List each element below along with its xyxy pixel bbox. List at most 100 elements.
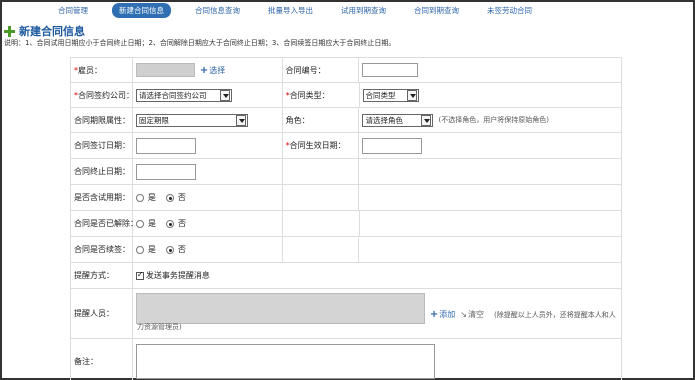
tab-new-contract[interactable]: 新建合同信息 [112, 2, 171, 18]
empty-cell [283, 185, 360, 210]
tab-contract-query[interactable]: 合同信息查询 [191, 3, 244, 18]
select-link-label: 选择 [209, 65, 226, 75]
form-row-reminder-method: 提醒方式： 发送事务提醒消息 [71, 263, 622, 289]
probation-label: 是否含试用期： [74, 193, 130, 202]
page-title-wrap: 新建合同信息 [4, 23, 85, 39]
clear-reminder-link[interactable]: ↘ 清空 [460, 309, 484, 320]
form-row-employee: * 雇员： + 选择 合同编号： [71, 58, 622, 83]
tab-unsigned-contracts[interactable]: 未签劳动合同 [483, 3, 536, 18]
tab-probation-expiry[interactable]: 试用到期查询 [337, 3, 390, 18]
remark-label: 备注： [74, 357, 98, 366]
contract-no-label-cell: 合同编号： [283, 58, 360, 82]
chevron-down-icon [421, 114, 432, 126]
role-select[interactable]: 请选择角色 [362, 113, 434, 127]
form-row-renewed: 合同是否续签： 是 否 [71, 237, 622, 263]
company-select[interactable]: 请选择合同签约公司 [136, 88, 232, 102]
form-row-remark: 备注： [71, 339, 622, 380]
empty-cell [283, 159, 360, 184]
empty-cell [283, 211, 360, 236]
form-row-probation: 是否含试用期： 是 否 [71, 185, 622, 211]
tab-contract-management[interactable]: 合同管理 [54, 3, 92, 18]
remark-textarea[interactable] [135, 344, 435, 379]
yes-label: 是 [147, 245, 156, 254]
empty-cell [359, 237, 622, 262]
contract-type-label: 合同类型： [289, 90, 330, 100]
remark-cell [133, 339, 622, 380]
instructions-note: 说明：1、合同试用日期应小于合同终止日期；2、合同解除日期应大于合同终止日期；3… [4, 39, 396, 47]
empty-cell [283, 237, 360, 262]
reminder-actions: + 添加 ↘ 清空 (除提醒以上人员外，还将提醒本人和人 [425, 309, 616, 320]
plus-icon [4, 25, 15, 37]
term-label-cell: 合同期限属性： [71, 108, 133, 132]
renewed-radio-cell: 是 否 [133, 237, 283, 262]
reminder-hint: (除提醒以上人员外，还将提醒本人和人 [493, 310, 616, 319]
effective-date-label-cell: * 合同生效日期： [283, 133, 360, 158]
reminder-people-cell: + 添加 ↘ 清空 (除提醒以上人员外，还将提醒本人和人 [133, 289, 622, 338]
terminated-label: 合同是否已解除： [74, 219, 138, 228]
sign-date-label-cell: 合同签订日期： [71, 133, 133, 158]
yes-label: 是 [147, 193, 156, 202]
employee-label-cell: * 雇员： [71, 58, 133, 82]
reminder-people-label: 提醒人员： [74, 309, 114, 318]
chevron-down-icon [220, 89, 230, 101]
contract-type-select[interactable]: 合同类型 [362, 88, 419, 102]
terminated-no-radio[interactable] [166, 219, 174, 228]
company-select-cell: 请选择合同签约公司 [133, 83, 283, 107]
form-row-company: * 合同签约公司： 请选择合同签约公司 * 合同类型： 合同类型 [71, 83, 622, 108]
add-reminder-link[interactable]: + 添加 [430, 309, 455, 320]
select-employee-link[interactable]: + 选择 [200, 65, 225, 76]
reminder-method-label-cell: 提醒方式： [71, 263, 133, 288]
end-date-field[interactable] [135, 163, 196, 180]
clear-icon: ↘ [460, 310, 467, 319]
chevron-down-icon [406, 89, 417, 101]
contract-type-value: 合同类型 [365, 90, 396, 100]
employee-value-cell: + 选择 [133, 58, 283, 82]
role-label: 角色： [285, 115, 310, 125]
reminder-checkbox[interactable] [135, 270, 144, 280]
terminated-yes-radio[interactable] [136, 219, 144, 228]
sign-date-cell [133, 133, 283, 158]
terminated-label-cell: 合同是否已解除： [71, 211, 138, 236]
form-row-end-date: 合同终止日期： [71, 159, 622, 185]
form-row-dates: 合同签订日期： * 合同生效日期： [71, 133, 622, 159]
no-label: 否 [177, 193, 186, 202]
yes-label: 是 [148, 219, 156, 228]
effective-date-field[interactable] [362, 137, 423, 154]
sign-date-label: 合同签订日期： [74, 141, 130, 150]
form-row-term: 合同期限属性： 固定期限 角色： 请选择角色 (不选择角色，用户将保持原始角色) [71, 108, 622, 133]
empty-cell [359, 185, 622, 210]
probation-radio-cell: 是 否 [133, 185, 283, 210]
tab-contract-expiry[interactable]: 合同到期查询 [410, 3, 463, 18]
terminated-radio-cell: 是 否 [133, 211, 283, 236]
company-select-value: 请选择合同签约公司 [139, 90, 207, 100]
reminder-hint-continued: 力资源管理员) [137, 323, 182, 331]
contract-type-label-cell: * 合同类型： [283, 83, 360, 107]
term-select-cell: 固定期限 [133, 108, 283, 132]
chevron-down-icon [235, 114, 246, 126]
renewed-no-radio[interactable] [165, 245, 174, 254]
contract-no-cell [359, 58, 622, 82]
reminder-people-label-cell: 提醒人员： [71, 289, 133, 338]
role-cell: 请选择角色 (不选择角色，用户将保持原始角色) [359, 108, 622, 132]
company-label-cell: * 合同签约公司： [71, 83, 134, 107]
clear-link-label: 清空 [467, 310, 484, 319]
term-attr-select[interactable]: 固定期限 [135, 113, 248, 127]
company-label: 合同签约公司： [78, 90, 134, 100]
term-attr-value: 固定期限 [138, 115, 169, 125]
sign-date-field[interactable] [135, 137, 196, 154]
probation-no-radio[interactable] [165, 193, 174, 202]
reminder-method-label: 提醒方式： [74, 271, 114, 280]
contract-no-field[interactable] [362, 63, 419, 77]
plus-icon: + [199, 64, 209, 76]
role-value: 请选择角色 [365, 115, 403, 125]
contract-type-cell: 合同类型 [360, 83, 622, 107]
employee-field[interactable] [135, 63, 195, 77]
end-date-cell [133, 159, 283, 184]
renewed-yes-radio[interactable] [135, 245, 144, 254]
role-hint: (不选择角色，用户将保持原始角色) [438, 116, 549, 124]
probation-yes-radio[interactable] [135, 193, 144, 202]
plus-icon: + [429, 309, 439, 320]
tab-batch-import-export[interactable]: 批量导入导出 [264, 3, 317, 18]
empty-cell [359, 159, 622, 184]
reminder-people-field[interactable] [135, 293, 425, 324]
